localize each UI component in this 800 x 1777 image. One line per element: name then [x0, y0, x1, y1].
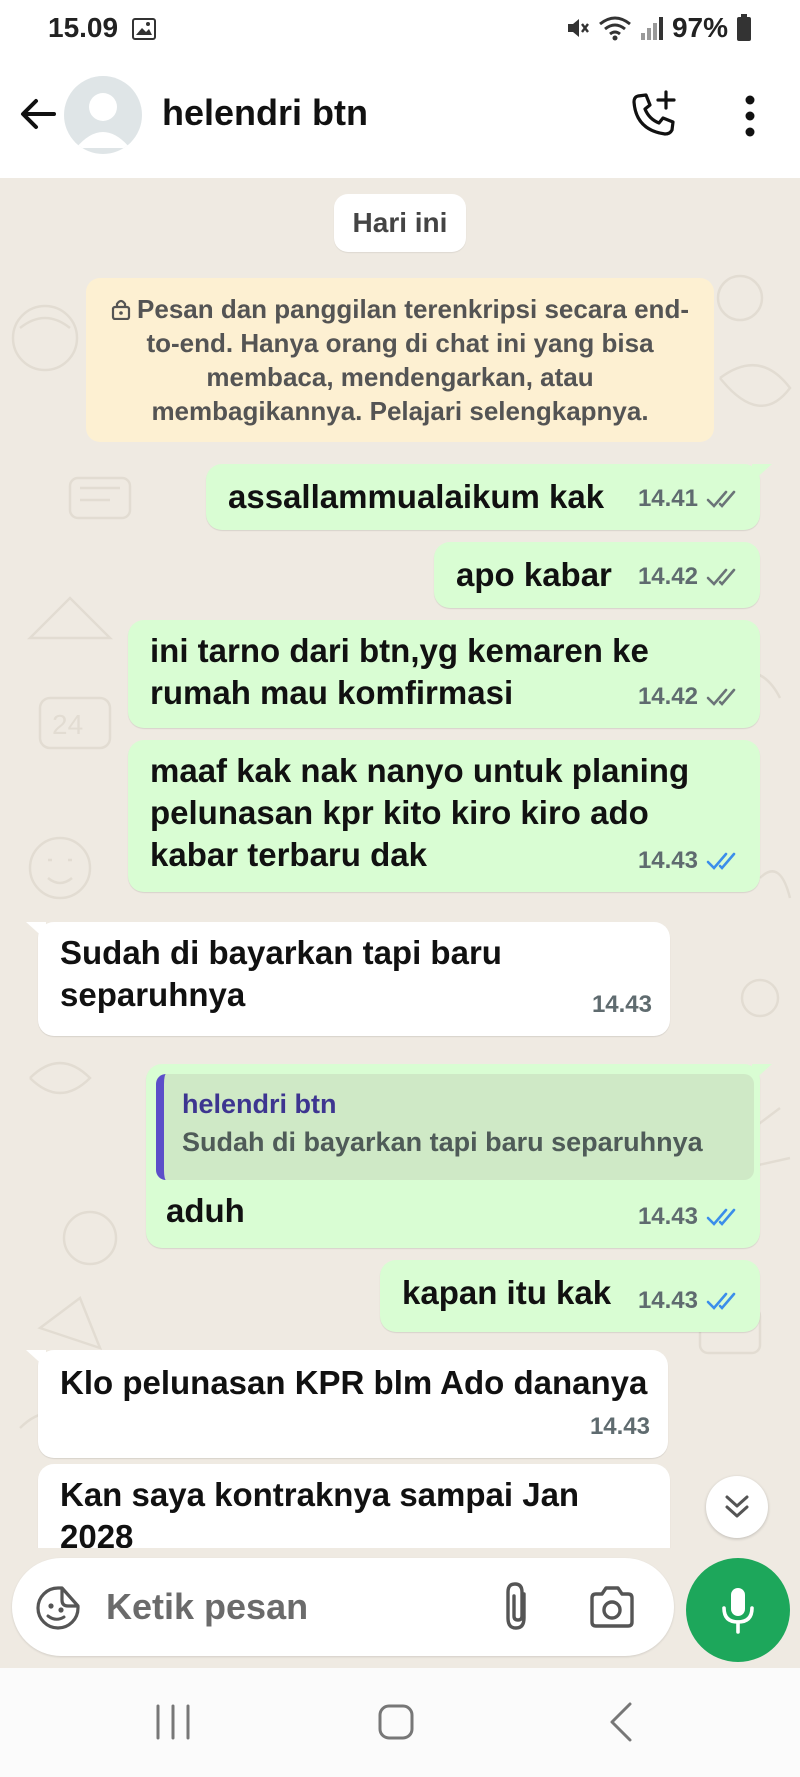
signal-icon: [640, 17, 663, 40]
composer-box: [12, 1558, 674, 1656]
contact-name[interactable]: helendri btn: [162, 92, 368, 134]
message-bubble-outgoing[interactable]: apo kabar 14.42: [434, 542, 760, 608]
encryption-notice-text: Pesan dan panggilan terenkripsi secara e…: [137, 294, 689, 426]
message-text: maaf kak nak nanyo untuk planing pelunas…: [150, 750, 689, 876]
composer-bar: [0, 1548, 800, 1668]
nav-back-icon[interactable]: [606, 1700, 636, 1744]
avatar[interactable]: [64, 76, 142, 154]
emoji-sticker-icon[interactable]: [34, 1584, 82, 1632]
message-time: 14.43: [637, 1203, 698, 1230]
message-bubble-outgoing[interactable]: kapan itu kak 14.43: [380, 1260, 760, 1332]
message-meta: 14.43: [592, 984, 652, 1026]
more-vert-icon[interactable]: [732, 92, 768, 140]
nav-recent-icon[interactable]: [150, 1702, 196, 1742]
message-line: rumah mau komfirmasi: [150, 674, 514, 711]
message-text: Sudah di bayarkan tapi baru separuhnya: [60, 932, 502, 1016]
message-line: 2028: [60, 1518, 134, 1548]
mute-icon: [567, 19, 589, 37]
scroll-down-button[interactable]: [706, 1476, 768, 1538]
message-time: 14.43: [637, 1287, 698, 1314]
message-bubble-incoming[interactable]: Sudah di bayarkan tapi baru separuhnya 1…: [26, 922, 670, 1036]
message-meta: 14.41: [638, 478, 742, 520]
camera-icon[interactable]: [588, 1584, 636, 1630]
message-line: ini tarno dari btn,yg kemaren ke: [150, 632, 649, 669]
message-bubble-incoming[interactable]: Kan saya kontraknya sampai Jan 2028: [38, 1464, 670, 1548]
double-check-icon: [706, 568, 736, 586]
message-meta: 14.43: [638, 1196, 742, 1238]
bubble-tail: [752, 464, 772, 482]
message-meta: 14.43: [590, 1406, 650, 1448]
message-time: 14.42: [637, 683, 698, 710]
message-input[interactable]: [106, 1578, 486, 1636]
message-time: 14.43: [589, 1413, 650, 1440]
message-meta: 14.42: [638, 676, 742, 718]
mic-button[interactable]: [686, 1558, 790, 1662]
photo-notification-icon: [132, 18, 156, 40]
double-check-icon: [706, 1208, 736, 1226]
message-text: Klo pelunasan KPR blm Ado dananya: [60, 1364, 648, 1401]
encryption-notice[interactable]: Pesan dan panggilan terenkripsi secara e…: [86, 278, 714, 442]
message-bubble-outgoing[interactable]: assallammualaikum kak 14.41: [206, 464, 772, 530]
message-bubble-outgoing[interactable]: ini tarno dari btn,yg kemaren ke rumah m…: [128, 620, 760, 728]
message-text: apo kabar: [456, 556, 612, 593]
message-time: 14.43: [591, 991, 652, 1018]
attach-icon[interactable]: [498, 1580, 538, 1634]
back-arrow-icon[interactable]: [14, 90, 62, 138]
message-meta: 14.43: [638, 1280, 742, 1322]
bubble-tail: [752, 1064, 772, 1082]
lock-icon: [111, 299, 131, 320]
message-bubble-outgoing-reply[interactable]: helendri btn Sudah di bayarkan tapi baru…: [146, 1064, 772, 1248]
message-text: ini tarno dari btn,yg kemaren ke rumah m…: [150, 630, 649, 714]
wifi-icon: [599, 16, 631, 41]
chat-area[interactable]: 24 Hari ini Pesan dan panggilan terenkri…: [0, 178, 800, 1548]
message-bubble-incoming[interactable]: Klo pelunasan KPR blm Ado dananya 14.43: [26, 1350, 668, 1458]
message-line: Sudah di bayarkan tapi baru: [60, 934, 502, 971]
battery-icon: [737, 14, 751, 41]
add-call-icon[interactable]: [628, 88, 680, 140]
svg-text:24: 24: [52, 709, 83, 740]
message-text: Kan saya kontraknya sampai Jan 2028: [60, 1474, 579, 1548]
chat-header: helendri btn: [0, 58, 800, 178]
message-meta: 14.42: [638, 556, 742, 598]
double-check-icon: [706, 490, 736, 508]
nav-home-icon[interactable]: [376, 1702, 416, 1742]
status-indicators: 97%: [564, 12, 752, 44]
double-check-icon: [706, 1292, 736, 1310]
message-time: 14.42: [637, 563, 698, 590]
message-line: maaf kak nak nanyo untuk planing: [150, 752, 690, 789]
scroll-down-icon: [725, 1495, 749, 1518]
message-time: 14.41: [637, 485, 698, 512]
message-bubble-outgoing[interactable]: maaf kak nak nanyo untuk planing pelunas…: [128, 740, 760, 892]
mic-icon: [722, 1588, 754, 1634]
quoted-text: Sudah di bayarkan tapi baru separuhnya: [182, 1127, 703, 1157]
date-chip: Hari ini: [334, 194, 466, 252]
message-line: separuhnya: [60, 976, 246, 1013]
system-nav-bar: [0, 1668, 800, 1777]
message-text: assallammualaikum kak: [228, 478, 605, 515]
battery-percent: 97%: [671, 12, 728, 43]
avatar-placeholder-icon: [76, 93, 130, 148]
quoted-message[interactable]: helendri btn Sudah di bayarkan tapi baru…: [156, 1074, 754, 1180]
double-check-icon: [706, 688, 736, 706]
status-time: 15.09: [48, 12, 119, 43]
message-line: Kan saya kontraknya sampai Jan: [60, 1476, 580, 1513]
bubble-tail: [26, 1350, 46, 1368]
message-line: kabar terbaru dak: [150, 836, 427, 873]
bubble-tail: [26, 922, 46, 940]
quoted-sender: helendri btn: [182, 1089, 337, 1119]
message-meta: 14.43: [638, 840, 742, 882]
message-time: 14.43: [637, 847, 698, 874]
message-text: aduh: [166, 1192, 245, 1229]
message-text: kapan itu kak: [402, 1274, 612, 1311]
status-bar: 15.09 97%: [0, 0, 800, 58]
double-check-icon: [706, 852, 736, 870]
message-line: pelunasan kpr kito kiro kiro ado: [150, 794, 649, 831]
